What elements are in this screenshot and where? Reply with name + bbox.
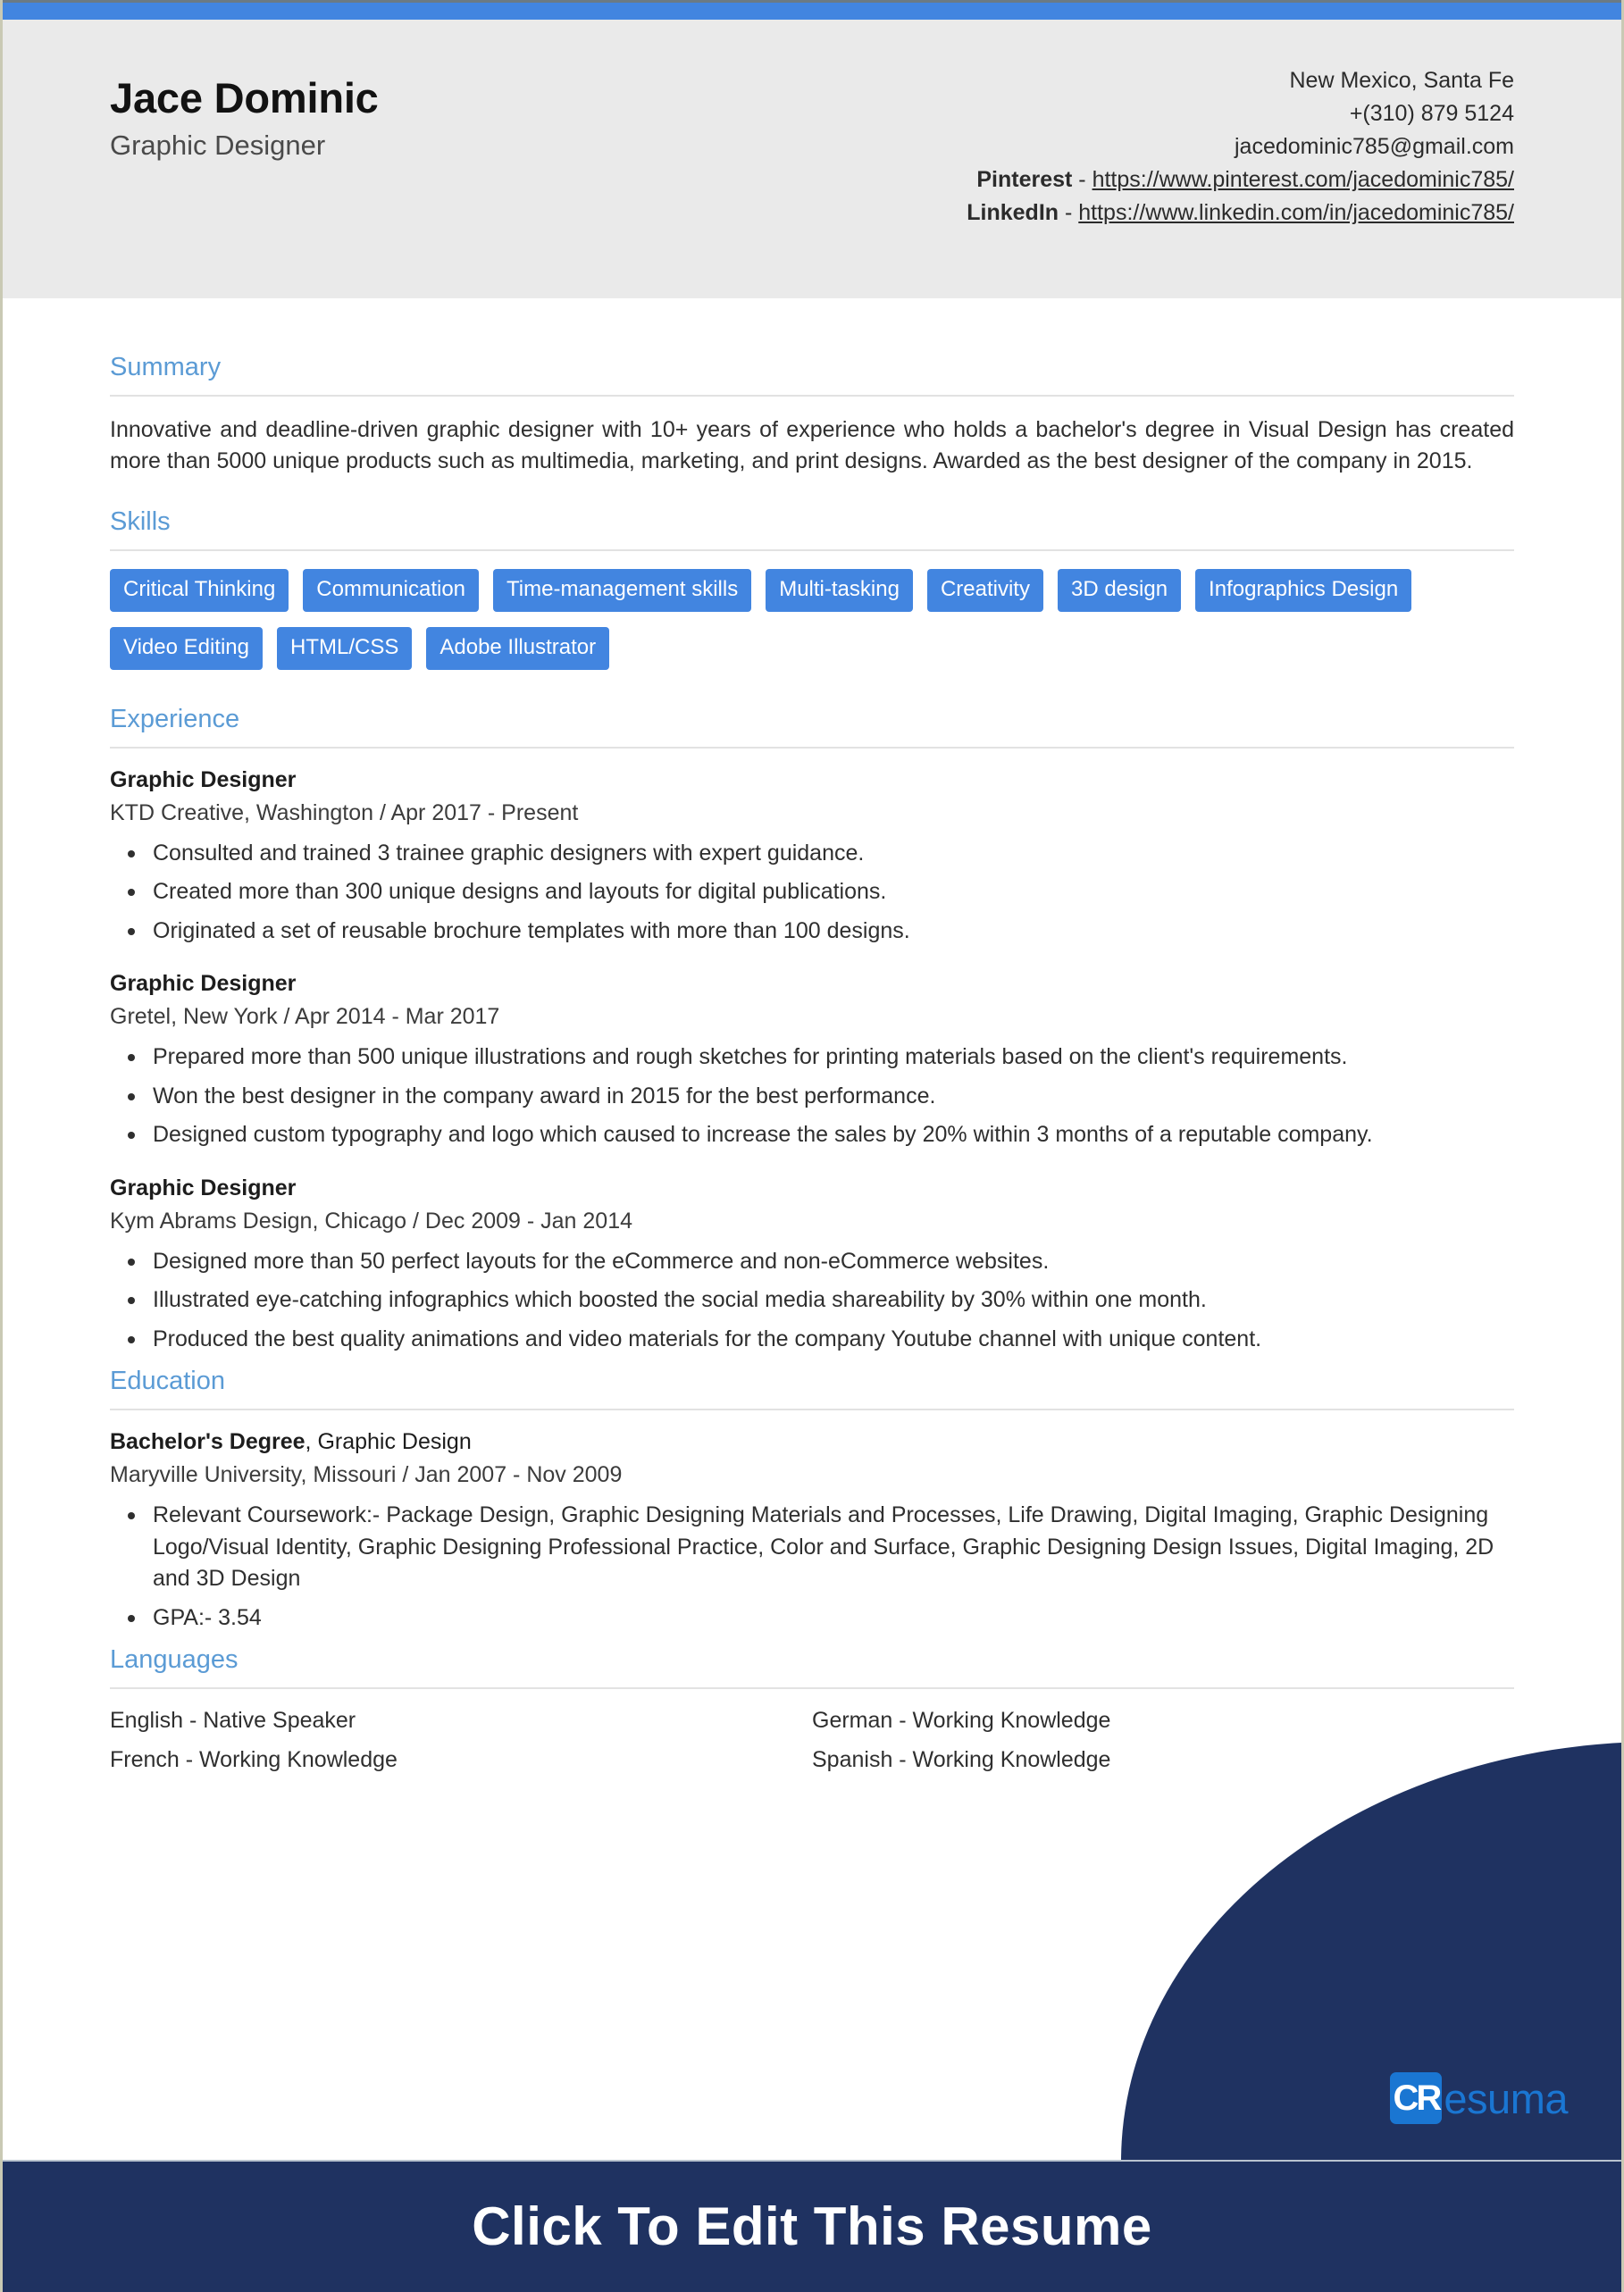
section-experience: Experience Graphic Designer KTD Creative… (110, 704, 1514, 1356)
cresuma-logo-word: esuma (1444, 2074, 1568, 2122)
skill-tag[interactable]: Infographics Design (1195, 568, 1412, 612)
summary-text: Innovative and deadline-driven graphic d… (110, 416, 1514, 474)
identity-block: Jace Dominic Graphic Designer (110, 59, 379, 161)
section-languages: Languages English - Native Speaker Germa… (110, 1645, 1514, 1773)
resume-page: Jace Dominic Graphic Designer New Mexico… (0, 0, 1624, 2292)
education-entry: Bachelor's Degree, Graphic Design Maryvi… (110, 1428, 1514, 1634)
experience-meta: Kym Abrams Design, Chicago / Dec 2009 - … (110, 1208, 633, 1234)
linkedin-link[interactable]: https://www.linkedin.com/in/jacedominic7… (1078, 200, 1514, 225)
resume-header: Jace Dominic Graphic Designer New Mexico… (3, 20, 1621, 298)
education-degree: Bachelor's Degree, Graphic Design (110, 1428, 1514, 1455)
bullet-item: Consulted and trained 3 trainee graphic … (128, 838, 1514, 870)
bullet-item: Illustrated eye-catching infographics wh… (128, 1284, 1514, 1317)
experience-role: Graphic Designer (110, 766, 297, 792)
languages-grid: English - Native Speaker German - Workin… (110, 1707, 1514, 1773)
candidate-job-title: Graphic Designer (110, 129, 326, 161)
bullet-item: Relevant Coursework:- Package Design, Gr… (128, 1500, 1514, 1595)
experience-bullets: Designed more than 50 perfect layouts fo… (110, 1246, 1514, 1356)
education-bullets: Relevant Coursework:- Package Design, Gr… (110, 1500, 1514, 1634)
bullet-item: Prepared more than 500 unique illustrati… (128, 1041, 1514, 1074)
education-heading: Education (110, 1367, 225, 1396)
degree-field: , Graphic Design (305, 1429, 472, 1455)
skills-heading: Skills (110, 506, 171, 536)
language-item: German - Working Knowledge (812, 1707, 1111, 1733)
skill-tag[interactable]: 3D design (1057, 568, 1182, 612)
bullet-item: Originated a set of reusable brochure te… (128, 916, 1514, 948)
resume-body: Summary Innovative and deadline-driven g… (3, 298, 1621, 1780)
skill-tag[interactable]: Communication (303, 568, 480, 612)
experience-meta: Gretel, New York / Apr 2014 - Mar 2017 (110, 1004, 500, 1030)
language-item: Spanish - Working Knowledge (812, 1746, 1111, 1772)
experience-entry: Graphic Designer Gretel, New York / Apr … (110, 970, 1514, 1151)
experience-bullets: Prepared more than 500 unique illustrati… (110, 1041, 1514, 1151)
contact-email: jacedominic785@gmail.com (1234, 134, 1514, 159)
contact-phone: +(310) 879 5124 (1349, 101, 1514, 126)
section-summary: Summary Innovative and deadline-driven g… (110, 353, 1514, 478)
skill-tag[interactable]: Video Editing (110, 626, 263, 670)
linkedin-label: LinkedIn (967, 200, 1059, 225)
bullet-item: GPA:- 3.54 (128, 1602, 1514, 1635)
degree-name: Bachelor's Degree (110, 1429, 306, 1455)
section-skills: Skills Critical Thinking Communication T… (110, 506, 1514, 670)
cresuma-logo: CR esuma (1390, 2072, 1568, 2124)
pinterest-label: Pinterest (976, 167, 1073, 192)
summary-divider (110, 394, 1514, 397)
bullet-item: Designed custom typography and logo whic… (128, 1119, 1514, 1151)
contact-linkedin: LinkedIn - https://www.linkedin.com/in/j… (967, 197, 1514, 230)
skills-divider (110, 548, 1514, 551)
experience-meta: KTD Creative, Washington / Apr 2017 - Pr… (110, 799, 579, 825)
cresuma-logo-mark-icon: CR (1390, 2072, 1443, 2124)
languages-divider (110, 1686, 1514, 1689)
summary-heading: Summary (110, 353, 222, 381)
bullet-item: Won the best designer in the company awa… (128, 1081, 1514, 1113)
pinterest-separator: - (1072, 167, 1092, 192)
bullet-item: Designed more than 50 perfect layouts fo… (128, 1246, 1514, 1278)
experience-bullets: Consulted and trained 3 trainee graphic … (110, 838, 1514, 948)
edit-resume-cta-banner[interactable]: Click To Edit This Resume (3, 2160, 1621, 2292)
education-meta: Maryville University, Missouri / Jan 200… (110, 1462, 623, 1488)
experience-divider (110, 746, 1514, 749)
skill-tag[interactable]: Critical Thinking (110, 568, 289, 612)
contact-block: New Mexico, Santa Fe +(310) 879 5124 jac… (967, 59, 1514, 230)
experience-entry: Graphic Designer KTD Creative, Washingto… (110, 766, 1514, 948)
skill-tag[interactable]: Creativity (926, 568, 1043, 612)
contact-pinterest: Pinterest - https://www.pinterest.com/ja… (967, 163, 1514, 197)
experience-entry: Graphic Designer Kym Abrams Design, Chic… (110, 1175, 1514, 1356)
language-item: English - Native Speaker (110, 1707, 356, 1733)
candidate-name: Jace Dominic (110, 74, 379, 121)
experience-role: Graphic Designer (110, 1175, 297, 1200)
experience-heading: Experience (110, 704, 240, 733)
bullet-item: Created more than 300 unique designs and… (128, 876, 1514, 908)
skills-tag-list: Critical Thinking Communication Time-man… (110, 568, 1514, 670)
skill-tag[interactable]: Multi-tasking (766, 568, 913, 612)
language-item: French - Working Knowledge (110, 1746, 398, 1772)
experience-role: Graphic Designer (110, 971, 297, 997)
skill-tag[interactable]: Time-management skills (493, 568, 752, 612)
skill-tag[interactable]: HTML/CSS (277, 626, 413, 670)
languages-heading: Languages (110, 1645, 239, 1675)
cta-label: Click To Edit This Resume (472, 2196, 1152, 2256)
pinterest-link[interactable]: https://www.pinterest.com/jacedominic785… (1092, 167, 1514, 192)
linkedin-separator: - (1059, 200, 1079, 225)
logo-mark-text: CR (1393, 2079, 1443, 2118)
skill-tag[interactable]: Adobe Illustrator (426, 626, 610, 670)
education-divider (110, 1409, 1514, 1411)
bullet-item: Produced the best quality animations and… (128, 1324, 1514, 1356)
section-education: Education Bachelor's Degree, Graphic Des… (110, 1367, 1514, 1634)
contact-location: New Mexico, Santa Fe (1289, 68, 1515, 93)
